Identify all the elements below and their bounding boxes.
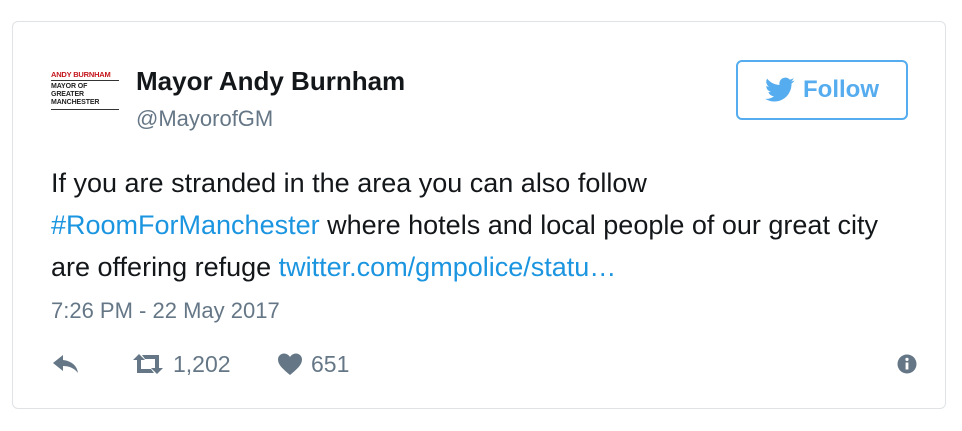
like-button[interactable]: 651 (277, 348, 349, 380)
tweet-timestamp[interactable]: 7:26 PM - 22 May 2017 (51, 297, 280, 325)
tweet-actions: 1,202 651 (51, 348, 917, 380)
retweet-count: 1,202 (173, 351, 231, 377)
hashtag-link[interactable]: #RoomForManchester (51, 210, 320, 240)
avatar-line-3: GREATER (51, 91, 85, 98)
tweet-text-part-1: If you are stranded in the area you can … (51, 168, 647, 198)
follow-button[interactable]: Follow (736, 60, 908, 120)
tweet-card: ANDY BURNHAM MAYOR OF GREATER MANCHESTER… (12, 21, 946, 409)
reply-icon (53, 355, 78, 373)
author-name[interactable]: Mayor Andy Burnham (136, 66, 405, 96)
info-icon (897, 354, 917, 374)
reply-button[interactable] (51, 348, 81, 380)
like-count: 651 (311, 351, 350, 377)
author-handle[interactable]: @MayorofGM (136, 106, 273, 132)
tweet-text: If you are stranded in the area you can … (51, 162, 911, 288)
follow-label: Follow (803, 76, 879, 103)
retweet-button[interactable]: 1,202 (131, 348, 231, 380)
avatar-name-text: ANDY BURNHAM (51, 70, 111, 79)
heart-icon (278, 353, 302, 375)
avatar[interactable]: ANDY BURNHAM MAYOR OF GREATER MANCHESTER (51, 70, 123, 118)
avatar-line-2: MAYOR OF (51, 83, 88, 90)
avatar-divider (51, 80, 119, 81)
info-button[interactable] (897, 348, 917, 380)
status-link[interactable]: twitter.com/gmpolice/statu… (279, 252, 617, 282)
twitter-bird-icon (765, 77, 795, 102)
retweet-icon (133, 354, 163, 374)
avatar-line-4: MANCHESTER (51, 99, 100, 106)
avatar-divider-bottom (51, 109, 119, 110)
